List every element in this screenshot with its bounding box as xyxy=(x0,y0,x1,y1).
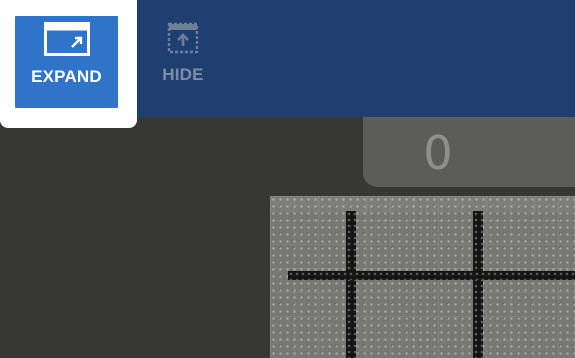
hide-button[interactable]: HIDE xyxy=(148,16,218,108)
expand-button[interactable]: EXPAND xyxy=(15,16,118,108)
vertical-track-right xyxy=(473,211,483,358)
vertical-track-left xyxy=(346,211,356,358)
score-counter-panel: 0 xyxy=(363,117,575,187)
hide-panel-icon xyxy=(167,22,199,54)
hide-label: HIDE xyxy=(162,65,204,84)
expand-label: EXPAND xyxy=(31,67,102,86)
score-counter-value: 0 xyxy=(423,126,453,180)
horizontal-track xyxy=(288,271,575,280)
game-screen: EXPAND HIDE 0 xyxy=(0,0,575,358)
expand-window-icon xyxy=(43,22,90,56)
board-top-strip xyxy=(270,196,575,212)
game-board[interactable] xyxy=(270,196,575,358)
